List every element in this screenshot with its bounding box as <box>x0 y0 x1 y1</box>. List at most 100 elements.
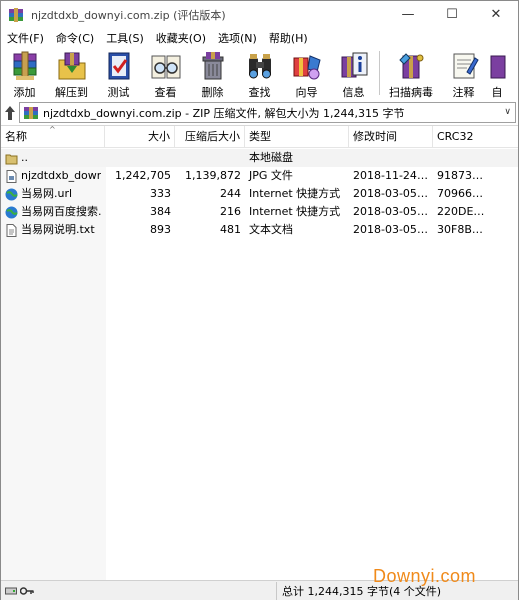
delete-icon <box>196 50 230 82</box>
test-button[interactable]: 测试 <box>95 47 142 99</box>
file-name: .. <box>21 151 28 164</box>
header-type[interactable]: 类型 <box>245 126 349 148</box>
drive-icon[interactable] <box>5 586 17 596</box>
table-row[interactable]: njzdtdxb_down... 1,242,705 1,139,872 JPG… <box>1 167 518 185</box>
find-button[interactable]: 查找 <box>236 47 283 99</box>
file-type: 文本文档 <box>249 223 293 236</box>
view-icon <box>149 50 183 82</box>
up-one-level-button[interactable] <box>3 103 17 122</box>
wizard-button[interactable]: 向导 <box>283 47 330 99</box>
menu-options[interactable]: 选项(N) <box>212 30 263 46</box>
maximize-button[interactable]: ☐ <box>430 1 474 28</box>
header-packed-size[interactable]: 压缩后大小 <box>175 126 245 148</box>
menu-tools[interactable]: 工具(S) <box>100 30 150 46</box>
column-headers: ^ 名称 大小 压缩后大小 类型 修改时间 CRC32 <box>1 125 518 148</box>
info-button[interactable]: 信息 <box>330 47 377 99</box>
internet-shortcut-icon <box>5 188 18 201</box>
sfx-label: 自 <box>491 86 503 99</box>
file-packed-size: 481 <box>220 223 241 236</box>
name-cell: 当易网百度搜索.... <box>1 203 105 221</box>
header-crc32[interactable]: CRC32 <box>433 126 491 148</box>
table-row[interactable]: .. 本地磁盘 <box>1 149 518 167</box>
file-crc: 220DE432 <box>437 205 491 218</box>
file-crc: 9187392C <box>437 169 491 182</box>
file-size: 1,242,705 <box>115 169 171 182</box>
menu-commands[interactable]: 命令(C) <box>50 30 100 46</box>
name-cell: njzdtdxb_down... <box>1 167 105 185</box>
file-size: 384 <box>150 205 171 218</box>
find-icon <box>243 50 277 82</box>
menu-file[interactable]: 文件(F) <box>1 30 50 46</box>
header-modified[interactable]: 修改时间 <box>349 126 433 148</box>
sfx-icon <box>487 50 507 82</box>
delete-button[interactable]: 删除 <box>189 47 236 99</box>
add-archive-icon <box>8 50 42 82</box>
archive-path-field[interactable]: njzdtdxb_downyi.com.zip - ZIP 压缩文件, 解包大小… <box>19 102 516 123</box>
file-crc: 30F8B88C <box>437 223 491 236</box>
status-icons <box>1 581 277 600</box>
table-row[interactable]: 当易网百度搜索.... 384 216 Internet 快捷方式 2018-0… <box>1 203 518 221</box>
toolbar-separator <box>379 51 380 95</box>
table-row[interactable]: 当易网.url 333 244 Internet 快捷方式 2018-03-05… <box>1 185 518 203</box>
delete-label: 删除 <box>201 86 224 99</box>
file-type: JPG 文件 <box>249 169 293 182</box>
file-modified: 2018-11-24 9... <box>353 169 433 182</box>
window-controls: — ☐ ✕ <box>386 1 518 28</box>
header-size[interactable]: 大小 <box>105 126 175 148</box>
file-packed-size: 1,139,872 <box>185 169 241 182</box>
file-name: 当易网百度搜索.... <box>21 205 101 218</box>
extract-to-icon <box>55 50 89 82</box>
sfx-button[interactable]: 自 <box>487 47 507 99</box>
extract-to-label: 解压到 <box>55 86 88 99</box>
view-button[interactable]: 查看 <box>142 47 189 99</box>
test-label: 测试 <box>107 86 130 99</box>
wizard-icon <box>290 50 324 82</box>
chevron-down-icon[interactable]: ∨ <box>504 107 511 117</box>
comment-icon <box>447 50 481 82</box>
parent-folder-icon <box>5 152 18 165</box>
info-icon <box>337 50 371 82</box>
menu-help[interactable]: 帮助(H) <box>263 30 314 46</box>
winrar-app-icon <box>8 7 24 22</box>
comment-button[interactable]: 注释 <box>440 47 487 99</box>
file-crc <box>433 149 491 167</box>
info-label: 信息 <box>342 86 365 99</box>
menu-favorites[interactable]: 收藏夹(O) <box>150 30 212 46</box>
add-button[interactable]: 添加 <box>1 47 48 99</box>
up-arrow-icon <box>5 105 15 120</box>
winrar-window: njzdtdxb_downyi.com.zip (评估版本) — ☐ ✕ 文件(… <box>0 0 519 600</box>
file-size: 333 <box>150 187 171 200</box>
archive-path-text: njzdtdxb_downyi.com.zip - ZIP 压缩文件, 解包大小… <box>43 106 405 120</box>
table-row[interactable]: 当易网说明.txt 893 481 文本文档 2018-03-05 1... 3… <box>1 221 518 239</box>
jpg-file-icon <box>5 169 18 183</box>
close-button[interactable]: ✕ <box>474 1 518 28</box>
toolbar: 添加 解压到 测试 查看 删除 查找 向导 信息 扫描病毒 注释 自 <box>1 47 518 99</box>
text-file-icon <box>5 223 18 237</box>
minimize-button[interactable]: — <box>386 1 430 28</box>
file-type: Internet 快捷方式 <box>249 187 341 200</box>
file-modified: 2018-03-05 1... <box>353 223 433 236</box>
window-title: njzdtdxb_downyi.com.zip (评估版本) <box>31 8 226 22</box>
file-rows: .. 本地磁盘 njzdtdxb_down... <box>1 149 518 239</box>
file-packed-size: 244 <box>220 187 241 200</box>
extract-to-button[interactable]: 解压到 <box>48 47 95 99</box>
file-name: njzdtdxb_down... <box>21 169 101 182</box>
zip-archive-icon <box>24 106 38 119</box>
file-size: 893 <box>150 223 171 236</box>
watermark-logo: Downyi.com <box>373 566 477 586</box>
file-size <box>105 149 175 167</box>
file-type: 本地磁盘 <box>249 151 293 164</box>
file-name: 当易网说明.txt <box>21 223 95 236</box>
file-crc: 7096605F <box>437 187 491 200</box>
virus-scan-icon <box>394 50 428 82</box>
virus-scan-label: 扫描病毒 <box>389 86 433 99</box>
header-name[interactable]: ^ 名称 <box>1 125 105 148</box>
header-name-label: 名称 <box>5 130 27 143</box>
file-modified: 2018-03-05 1... <box>353 187 433 200</box>
find-label: 查找 <box>248 86 271 99</box>
key-icon[interactable] <box>20 586 34 596</box>
address-bar: njzdtdxb_downyi.com.zip - ZIP 压缩文件, 解包大小… <box>1 100 518 125</box>
virus-scan-button[interactable]: 扫描病毒 <box>382 47 440 99</box>
name-cell: 当易网.url <box>1 185 105 203</box>
file-modified <box>349 149 433 167</box>
